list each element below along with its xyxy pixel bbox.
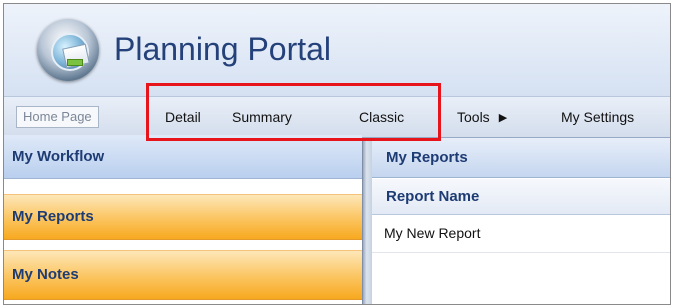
sidebar-item-my-reports[interactable]: My Reports [4,194,362,240]
nav-item-my-settings[interactable]: My Settings [561,97,634,137]
column-header-report-name[interactable]: Report Name [372,179,670,215]
reports-panel: My Reports Report Name My New Report [372,138,670,304]
nav-item-tools[interactable]: Tools ▶ [457,97,507,137]
home-page-button[interactable]: Home Page [16,106,99,128]
sidebar-item-my-workflow[interactable]: My Workflow [4,135,362,179]
app-window: Planning Portal Home Page Detail Summary… [3,3,671,305]
nav-item-tools-label: Tools [457,109,490,125]
table-row[interactable]: My New Report [372,215,670,253]
globe-document-icon [37,19,99,81]
portal-title: Planning Portal [114,31,332,67]
panel-splitter[interactable] [362,138,372,304]
sidebar: My Workflow My Reports My Notes [4,135,364,304]
highlight-annotation-box [146,83,441,141]
caret-right-icon: ▶ [498,112,508,125]
reports-panel-title: My Reports [372,138,670,178]
sidebar-item-my-notes[interactable]: My Notes [4,250,362,300]
